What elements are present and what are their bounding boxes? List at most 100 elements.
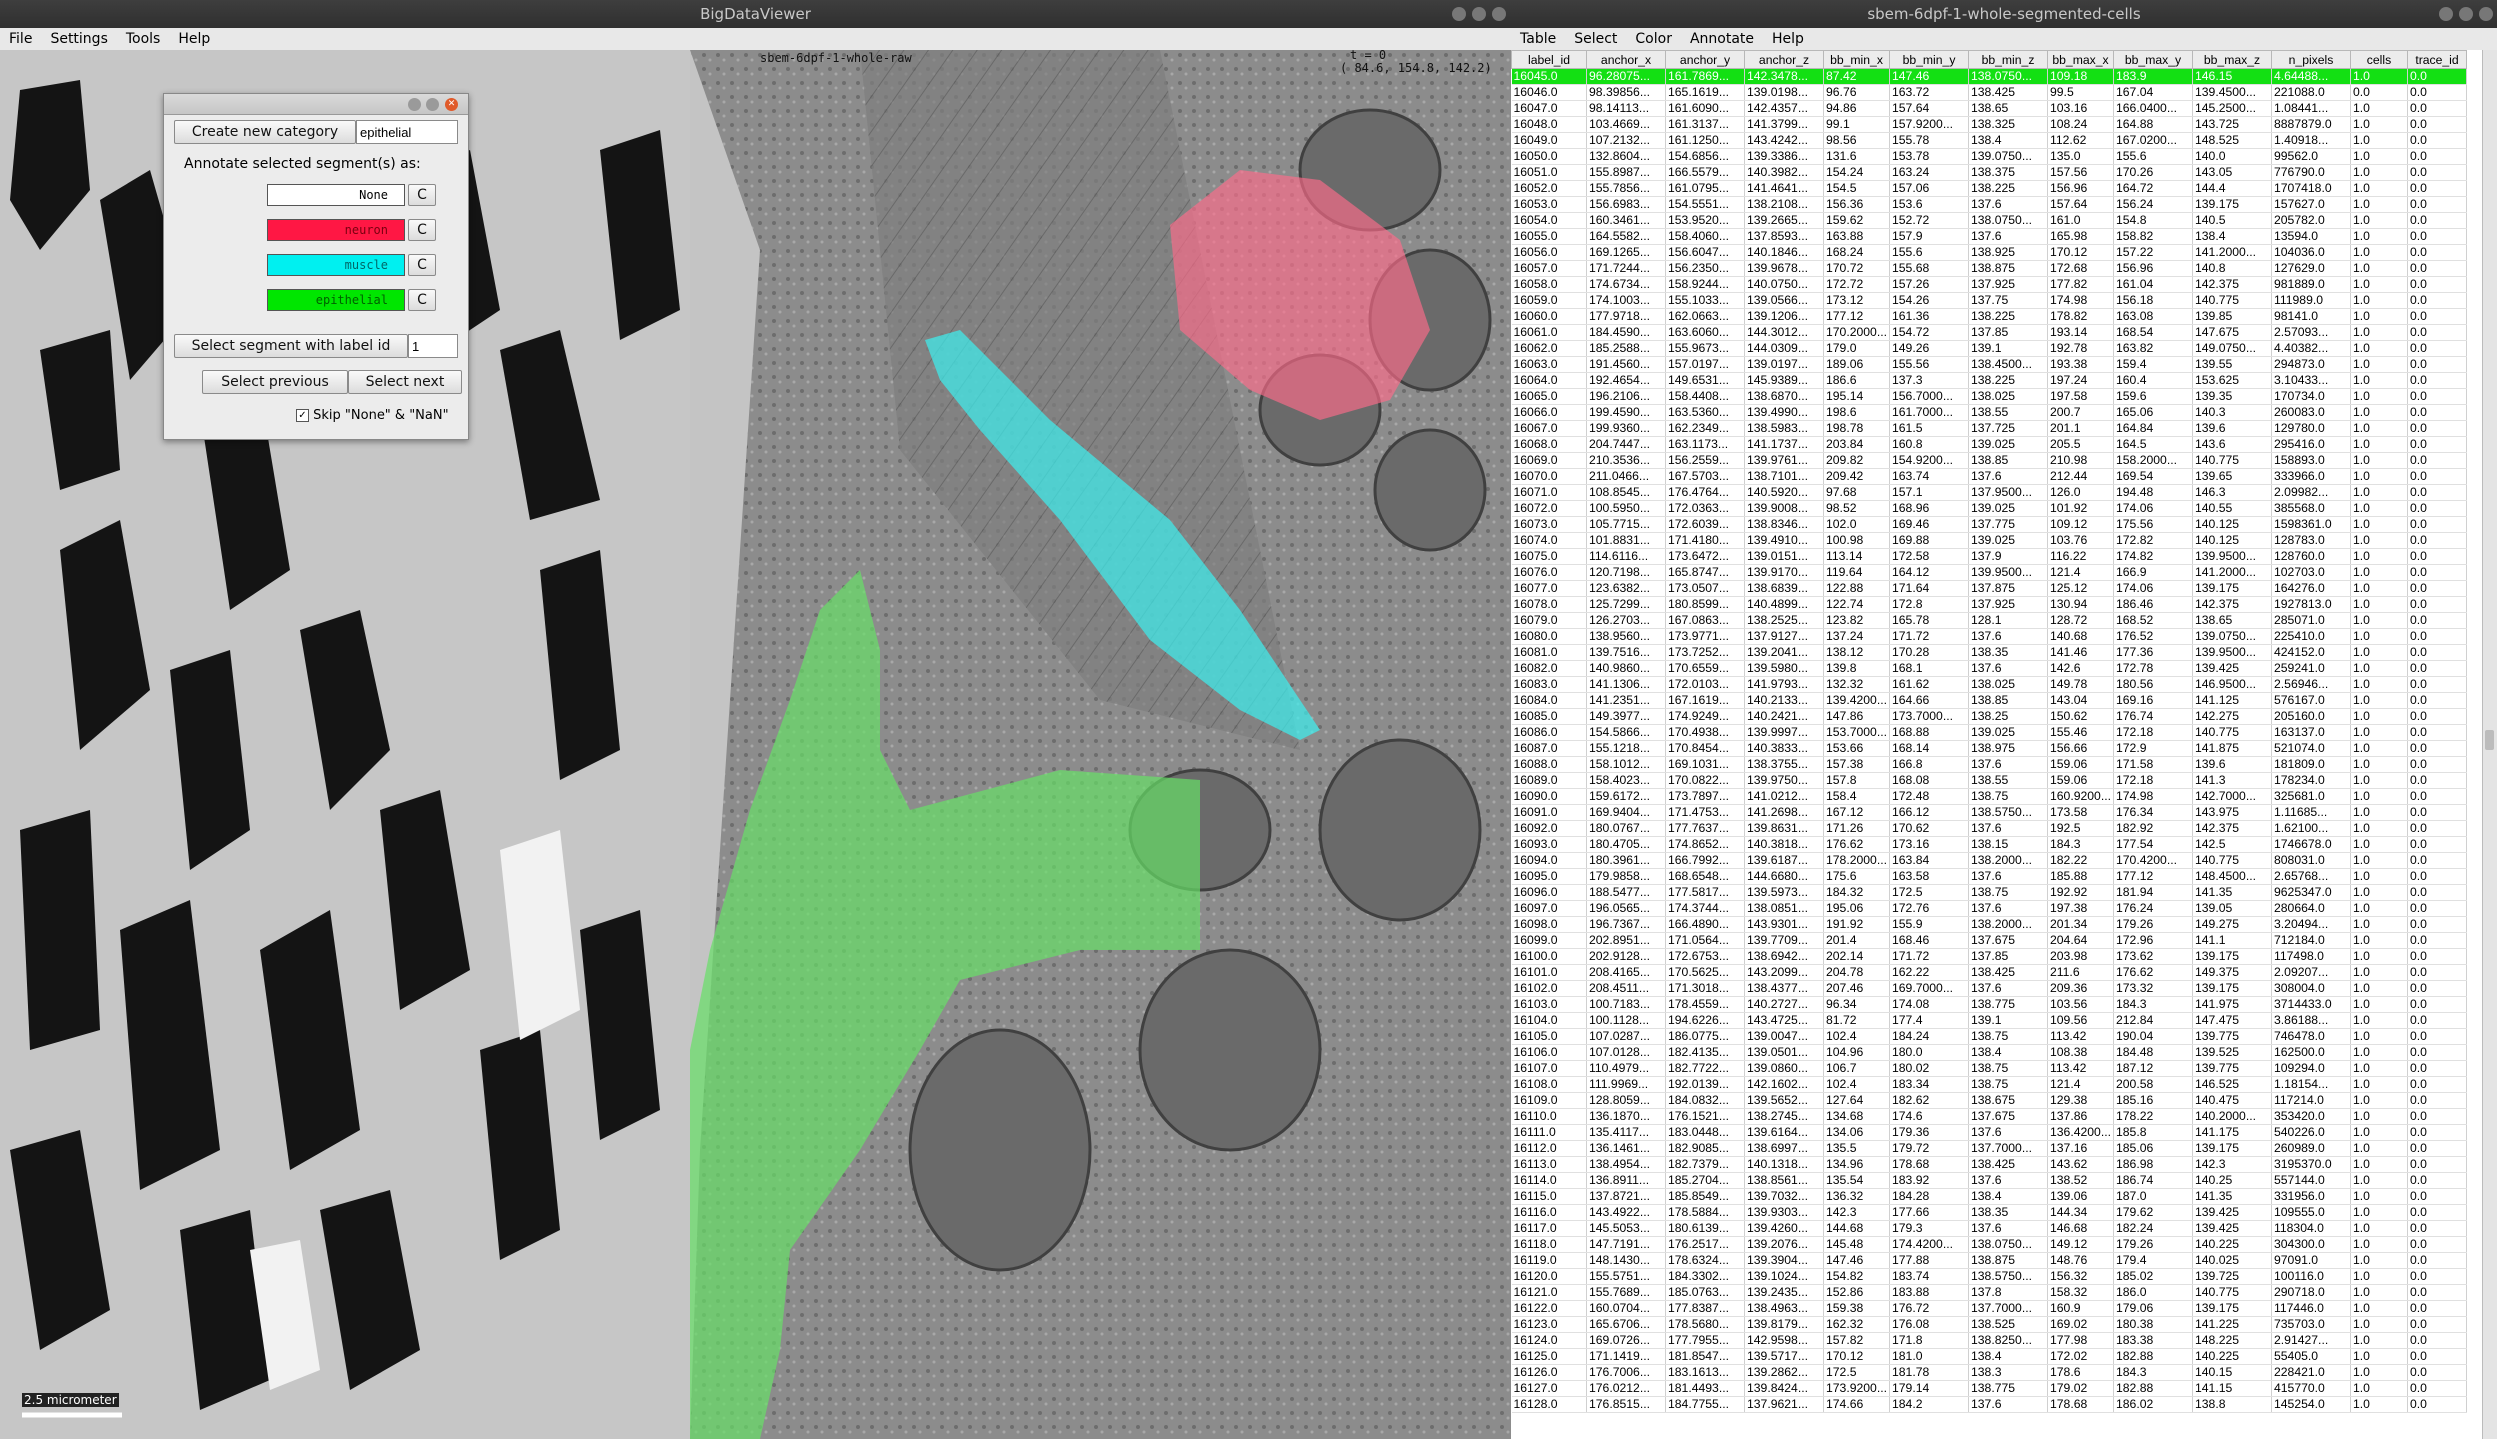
table-cell[interactable]: 138.25 — [1968, 708, 2048, 725]
table-cell[interactable]: 16088.0 — [1511, 756, 1587, 773]
table-cell[interactable]: 182.88 — [2113, 1348, 2193, 1365]
table-cell[interactable]: 139.0047... — [1744, 1028, 1824, 1045]
table-cell[interactable]: 0.0 — [2407, 900, 2467, 917]
table-cell[interactable]: 150.62 — [2047, 708, 2114, 725]
table-row[interactable]: 16054.0 160.3461... 153.9520... 139.2665...… — [1511, 212, 2467, 229]
table-cell[interactable]: 16113.0 — [1511, 1156, 1587, 1173]
table-cell[interactable]: 201.34 — [2047, 916, 2114, 933]
table-cell[interactable]: 177.98 — [2047, 1332, 2114, 1349]
table-cell[interactable]: 139.9008... — [1744, 500, 1824, 517]
table-cell[interactable]: 139.425 — [2192, 660, 2272, 677]
table-cell[interactable]: 104036.0 — [2271, 244, 2351, 261]
table-cell[interactable]: 105.7715... — [1586, 516, 1666, 533]
table-cell[interactable]: 177.8387... — [1665, 1300, 1745, 1317]
table-cell[interactable]: 174.06 — [2113, 580, 2193, 597]
table-cell[interactable]: 16121.0 — [1511, 1284, 1587, 1301]
table-cell[interactable]: 140.1846... — [1744, 244, 1824, 261]
table-cell[interactable]: 139.8424... — [1744, 1380, 1824, 1397]
table-cell[interactable]: 138.525 — [1968, 1316, 2048, 1333]
table-cell[interactable]: 172.02 — [2047, 1348, 2114, 1365]
table-cell[interactable]: 97091.0 — [2271, 1252, 2351, 1269]
table-row[interactable]: 16127.0 176.0212... 181.4493... 139.8424...… — [1511, 1380, 2467, 1397]
table-row[interactable]: 16085.0 149.3977... 174.9249... 140.2421...… — [1511, 708, 2467, 725]
table-cell[interactable]: 173.0507... — [1665, 580, 1745, 597]
table-cell[interactable]: 141.0212... — [1744, 788, 1824, 805]
table-cell[interactable]: 185.2704... — [1665, 1172, 1745, 1189]
table-cell[interactable]: 164.72 — [2113, 180, 2193, 197]
table-cell[interactable]: 156.6047... — [1665, 244, 1745, 261]
table-cell[interactable]: 168.46 — [1889, 932, 1969, 949]
table-cell[interactable]: 0.0 — [2407, 1236, 2467, 1253]
table-cell[interactable]: 168.88 — [1889, 724, 1969, 741]
table-cell[interactable]: 139.025 — [1968, 532, 2048, 549]
table-cell[interactable]: 171.64 — [1889, 580, 1969, 597]
table-cell[interactable]: 199.9360... — [1586, 420, 1666, 437]
table-cell[interactable]: 0.0 — [2407, 452, 2467, 469]
table-cell[interactable]: 140.9860... — [1586, 660, 1666, 677]
table-cell[interactable]: 172.78 — [2113, 660, 2193, 677]
table-cell[interactable]: 156.2350... — [1665, 260, 1745, 277]
table-cell[interactable]: 0.0 — [2407, 420, 2467, 437]
table-cell[interactable]: 138.325 — [1968, 116, 2048, 133]
table-cell[interactable]: 132.32 — [1823, 676, 1890, 693]
table-cell[interactable]: 170.12 — [2047, 244, 2114, 261]
table-cell[interactable]: 808031.0 — [2271, 852, 2351, 869]
table-cell[interactable]: 116.22 — [2047, 548, 2114, 565]
table-cell[interactable]: 174.66 — [1823, 1396, 1890, 1413]
table-cell[interactable]: 129780.0 — [2271, 420, 2351, 437]
table-cell[interactable]: 4.40382... — [2271, 340, 2351, 357]
table-cell[interactable]: 1.0 — [2350, 132, 2408, 149]
table-cell[interactable]: 0.0 — [2407, 532, 2467, 549]
table-cell[interactable]: 192.4654... — [1586, 372, 1666, 389]
table-cell[interactable]: 103.4669... — [1586, 116, 1666, 133]
table-cell[interactable]: 16126.0 — [1511, 1364, 1587, 1381]
table-cell[interactable]: 117446.0 — [2271, 1300, 2351, 1317]
table-cell[interactable]: 225410.0 — [2271, 628, 2351, 645]
table-cell[interactable]: 170734.0 — [2271, 388, 2351, 405]
table-cell[interactable]: 746478.0 — [2271, 1028, 2351, 1045]
table-cell[interactable]: 164.66 — [1889, 692, 1969, 709]
table-cell[interactable]: 144.3012... — [1744, 324, 1824, 341]
table-row[interactable]: 16088.0 158.1012... 169.1031... 138.3755...… — [1511, 756, 2467, 773]
table-cell[interactable]: 172.9 — [2113, 740, 2193, 757]
table-cell[interactable]: 161.36 — [1889, 308, 1969, 325]
table-cell[interactable]: 138.0750... — [1968, 1236, 2048, 1253]
table-cell[interactable]: 1.11685... — [2271, 804, 2351, 821]
table-row[interactable]: 16106.0 107.0128... 182.4135... 139.0501...… — [1511, 1044, 2467, 1061]
table-cell[interactable]: 540226.0 — [2271, 1124, 2351, 1141]
table-cell[interactable]: 1.0 — [2350, 372, 2408, 389]
label-id-input[interactable] — [408, 334, 458, 358]
table-cell[interactable]: 138.875 — [1968, 1252, 2048, 1269]
table-cell[interactable]: 16101.0 — [1511, 964, 1587, 981]
table-cell[interactable]: 16094.0 — [1511, 852, 1587, 869]
table-cell[interactable]: 164.84 — [2113, 420, 2193, 437]
table-row[interactable]: 16072.0 100.5950... 172.0363... 139.9008...… — [1511, 500, 2467, 517]
menu-tools[interactable]: Tools — [117, 28, 170, 50]
table-cell[interactable]: 189.06 — [1823, 356, 1890, 373]
table-cell[interactable]: 173.7000... — [1889, 708, 1969, 725]
table-cell[interactable]: 149.3977... — [1586, 708, 1666, 725]
table-cell[interactable]: 138.5750... — [1968, 1268, 2048, 1285]
table-cell[interactable]: 141.4641... — [1744, 180, 1824, 197]
table-cell[interactable]: 16087.0 — [1511, 740, 1587, 757]
table-cell[interactable]: 1.0 — [2350, 116, 2408, 133]
table-cell[interactable]: 0.0 — [2407, 612, 2467, 629]
table-cell[interactable]: 138.4 — [1968, 1044, 2048, 1061]
table-cell[interactable]: 16127.0 — [1511, 1380, 1587, 1397]
table-cell[interactable]: 0.0 — [2407, 1060, 2467, 1077]
table-cell[interactable]: 1.0 — [2350, 932, 2408, 949]
table-cell[interactable]: 424152.0 — [2271, 644, 2351, 661]
dialog-title-bar[interactable]: ✕ — [164, 94, 468, 115]
table-cell[interactable]: 0.0 — [2407, 820, 2467, 837]
table-cell[interactable]: 139.5652... — [1744, 1092, 1824, 1109]
table-cell[interactable]: 126.0 — [2047, 484, 2114, 501]
table-cell[interactable]: 140.2133... — [1744, 692, 1824, 709]
table-cell[interactable]: 1.0 — [2350, 868, 2408, 885]
menu-settings[interactable]: Settings — [41, 28, 116, 50]
select-next-button[interactable]: Select next — [348, 370, 462, 394]
table-cell[interactable]: 177.7955... — [1665, 1332, 1745, 1349]
table-cell[interactable]: 109294.0 — [2271, 1060, 2351, 1077]
table-cell[interactable]: 194.6226... — [1665, 1012, 1745, 1029]
table-cell[interactable]: 163.72 — [1889, 84, 1969, 101]
table-cell[interactable]: 16084.0 — [1511, 692, 1587, 709]
